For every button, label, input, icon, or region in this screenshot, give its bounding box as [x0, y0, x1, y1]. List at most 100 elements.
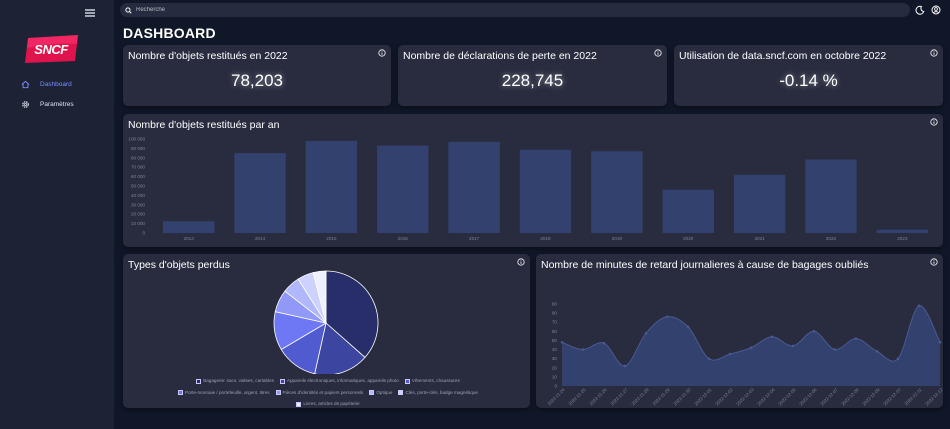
y-tick-label: 70 000 — [131, 165, 145, 170]
search-icon — [125, 6, 132, 14]
legend-item[interactable]: Bagagerie: sacs, valises, cartables — [196, 376, 274, 386]
gear-icon — [20, 99, 30, 109]
kpi-value: 228,745 — [501, 71, 564, 90]
search-input[interactable] — [136, 7, 436, 13]
data-point[interactable] — [623, 364, 627, 368]
card-title: Nombre d'objets restitués en 2022 — [128, 50, 288, 62]
dark-mode-toggle-icon[interactable] — [915, 5, 925, 15]
bar[interactable] — [234, 153, 286, 233]
x-tick-label: 2015 — [326, 236, 337, 241]
data-point[interactable] — [812, 330, 816, 333]
sidebar-item-label: Dashboard — [40, 80, 72, 88]
x-tick-label: 2020 — [683, 236, 694, 241]
data-point[interactable] — [560, 340, 564, 344]
menu-toggle-button[interactable] — [85, 9, 95, 17]
legend-item[interactable]: Porte-monnaie / portefeuille, argent, ti… — [178, 388, 270, 398]
data-point[interactable] — [770, 335, 774, 339]
y-tick-label: 0 — [142, 231, 145, 236]
data-point[interactable] — [728, 352, 732, 356]
x-tick-label: 2022-12-09 — [861, 387, 881, 407]
info-icon[interactable] — [654, 49, 662, 57]
x-tick-label: 2022-12-11 — [904, 387, 924, 407]
x-tick-label: 2022-11-24 — [547, 387, 567, 407]
x-tick-label: 2021 — [754, 236, 765, 241]
area-chart: 01020304050607080902022-11-24 2022-11-25 2… — [547, 302, 943, 407]
data-point[interactable] — [791, 344, 795, 348]
legend-swatch — [404, 378, 410, 384]
y-tick-label: 40 — [552, 347, 558, 352]
y-tick-label: 30 000 — [131, 202, 145, 207]
kpi-card-data-usage: Utilisation de data.sncf.com en octobre … — [674, 45, 943, 106]
sncf-logo: SNCF — [25, 35, 78, 63]
legend-item[interactable]: Livres, articles de papèterie — [296, 399, 360, 409]
data-point[interactable] — [686, 325, 690, 329]
legend-swatch — [296, 401, 302, 407]
legend-item[interactable]: Appareils électroniques, informatiques, … — [279, 376, 399, 386]
kpi-value: 78,203 — [231, 71, 283, 90]
x-tick-label: 2022-12-04 — [756, 387, 776, 407]
data-point[interactable] — [602, 341, 606, 345]
data-point[interactable] — [644, 331, 648, 335]
page-title: DASHBOARD — [123, 25, 216, 41]
kpi-card-loss-declarations: Nombre de déclarations de perte en 2022 … — [398, 45, 667, 106]
y-tick-label: 10 — [552, 374, 558, 379]
sidebar-item-settings[interactable]: Paramètres — [20, 97, 74, 111]
bar[interactable] — [162, 221, 215, 233]
data-point[interactable] — [938, 340, 942, 344]
x-tick-label: 2023 — [897, 236, 908, 241]
svg-text:SNCF: SNCF — [34, 42, 69, 57]
bar[interactable] — [733, 174, 786, 233]
bar[interactable] — [805, 159, 857, 233]
data-point[interactable] — [896, 357, 900, 360]
y-tick-label: 10 000 — [131, 221, 145, 226]
area-fill — [562, 305, 940, 386]
y-tick-label: 0 — [554, 384, 557, 389]
bar[interactable] — [519, 149, 572, 233]
info-icon[interactable] — [930, 49, 938, 57]
bar[interactable] — [662, 189, 714, 233]
legend-swatch — [369, 390, 375, 395]
data-point[interactable] — [749, 346, 753, 350]
info-icon[interactable] — [378, 49, 386, 57]
account-icon[interactable] — [931, 5, 941, 15]
chart-card-returned-per-year: Nombre d'objets restitués par an 0 10 000… — [123, 114, 943, 247]
bar[interactable] — [876, 229, 929, 233]
y-tick-label: 20 000 — [131, 212, 145, 217]
data-point[interactable] — [665, 315, 669, 319]
x-tick-label: 2022-11-25 — [568, 387, 588, 407]
x-tick-label: 2022 — [826, 236, 837, 241]
kpi-value: -0.14 % — [779, 71, 838, 90]
legend-item[interactable]: Vêtements, chaussures — [404, 376, 460, 386]
x-tick-label: 2022-11-26 — [589, 387, 609, 407]
data-point[interactable] — [917, 304, 921, 308]
bar[interactable] — [377, 145, 429, 233]
x-tick-label: 2022-12-07 — [819, 387, 839, 407]
legend-label: Livres, articles de papèterie — [303, 401, 360, 406]
card-title: Utilisation de data.sncf.com en octobre … — [679, 50, 887, 62]
x-tick-label: 2014 — [255, 236, 266, 241]
legend-item[interactable]: Optique — [369, 388, 392, 398]
data-point[interactable] — [833, 348, 837, 351]
x-tick-label: 2022-12-05 — [777, 387, 797, 407]
y-tick-label: 60 — [552, 329, 558, 334]
legend-item[interactable]: Clés, porte-clés, badge magnétique — [398, 388, 478, 398]
legend-label: Vêtements, chaussures — [411, 378, 460, 383]
data-point[interactable] — [875, 350, 879, 353]
y-tick-label: 80 — [552, 311, 558, 316]
y-tick-label: 30 — [552, 356, 558, 361]
data-point[interactable] — [707, 357, 711, 360]
x-tick-label: 2017 — [469, 236, 480, 241]
y-tick-label: 20 — [552, 365, 558, 370]
bar[interactable] — [305, 140, 358, 233]
bar[interactable] — [448, 141, 500, 233]
sidebar-item-dashboard[interactable]: Dashboard — [20, 77, 72, 91]
legend-item[interactable]: Pièces d'identités et papiers personnels — [275, 388, 363, 398]
data-point[interactable] — [581, 348, 585, 351]
x-tick-label: 2022-12-10 — [882, 387, 902, 407]
x-tick-label: 2013 — [184, 236, 195, 241]
search-bar[interactable] — [120, 3, 910, 17]
data-point[interactable] — [854, 337, 858, 340]
bar[interactable] — [591, 151, 643, 233]
card-title: Nombre de déclarations de perte en 2022 — [403, 50, 597, 62]
home-icon — [20, 79, 30, 89]
